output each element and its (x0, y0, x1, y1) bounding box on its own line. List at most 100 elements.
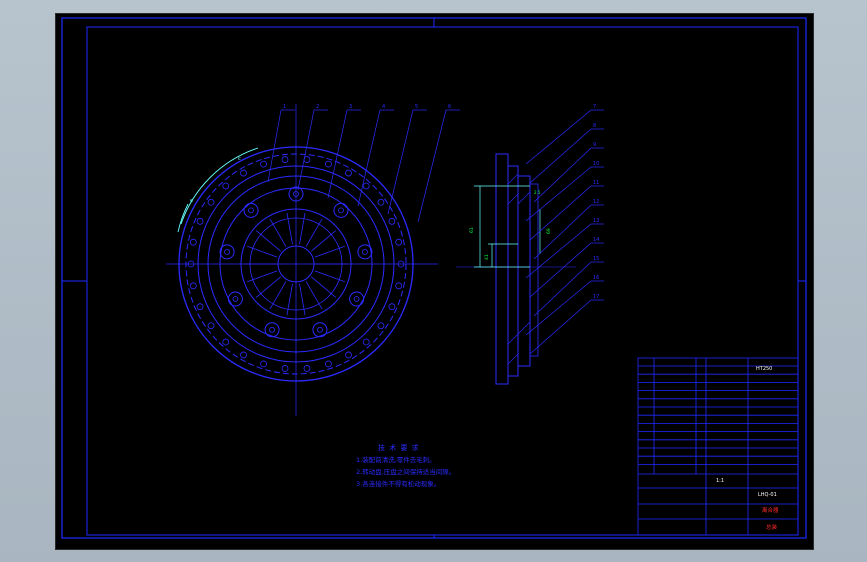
side-view: 61 41 69 2.5 (456, 153, 576, 385)
requirement-item-1: 1.装配前清洗,零件去毛刺。 (356, 456, 436, 464)
diaphragm-finger (305, 218, 323, 247)
flange-hole (345, 169, 352, 177)
side-leader (525, 223, 592, 279)
title-block-drawing-number: LHQ-01 (758, 492, 777, 498)
lug-hole (338, 207, 344, 214)
side-balloon-label-15: 15 (593, 256, 599, 262)
flange-hole (395, 282, 403, 290)
flange-hole (388, 303, 396, 311)
lug-hole (353, 296, 360, 302)
front-view-balloons: 1 2 3 4 5 6 (267, 104, 460, 223)
diaphragm-finger (269, 218, 287, 247)
arc-dimension-label-2: e (190, 198, 193, 204)
balloon-leader (327, 109, 348, 199)
side-balloon-label-17: 17 (593, 294, 599, 300)
flange-hole (303, 365, 311, 372)
flange-hole (395, 238, 403, 246)
dim-69: 69 (546, 228, 552, 234)
balloon-label-4: 4 (382, 104, 385, 110)
lug (264, 322, 280, 338)
flange-hole (362, 182, 370, 190)
lug-hole (248, 207, 254, 214)
flange-hole (281, 365, 289, 372)
flange-hole (207, 322, 215, 330)
title-block-drawing-name: 离合器 (762, 508, 779, 514)
lug (312, 322, 328, 338)
balloon-leader (417, 109, 447, 223)
flange-hole (325, 360, 332, 368)
flange-hole (240, 169, 247, 177)
flange-hole (377, 198, 385, 206)
balloon-label-3: 3 (349, 104, 352, 110)
diaphragm-finger (286, 283, 293, 316)
side-balloon-label-12: 12 (593, 199, 599, 205)
dim-gap: 2.5 (534, 190, 541, 195)
diaphragm-finger (286, 212, 293, 245)
balloon-label-5: 5 (415, 104, 418, 110)
title-block-material: HT250 (756, 366, 773, 372)
diaphragm-finger (305, 281, 323, 310)
flange-hole (260, 160, 267, 168)
diaphragm-finger (269, 281, 287, 310)
flange-hole (196, 217, 204, 225)
flange-hole (362, 338, 370, 346)
arc-dimension-label: c (238, 156, 241, 162)
side-balloon-label-10: 10 (593, 161, 599, 167)
flange-hole (207, 198, 215, 206)
side-hatching (507, 173, 531, 365)
dim-41: 41 (484, 254, 490, 260)
diaphragm-finger (311, 276, 337, 298)
lug (219, 244, 235, 260)
lug-hole (317, 326, 323, 333)
side-balloon-label-11: 11 (593, 180, 599, 186)
technical-requirements: 技 术 要 求 1.装配前清洗,零件去毛刺。 2.转动盘,压盘之间保持适当间隙。… (356, 442, 455, 490)
side-balloon-label-7: 7 (593, 104, 596, 110)
title-block-stamp: 总装 (766, 525, 778, 531)
lug-hole (224, 248, 230, 255)
lug (333, 202, 349, 218)
flange-hole (189, 238, 197, 246)
side-leader (525, 109, 592, 165)
diaphragm-finger (311, 230, 337, 252)
flange-hole (240, 351, 247, 359)
side-balloon-label-9: 9 (593, 142, 596, 148)
balloon-label-6: 6 (448, 104, 451, 110)
lug-hole (232, 296, 239, 302)
front-view: c e (166, 104, 438, 416)
flange-hole (325, 160, 332, 168)
flange-hole (303, 156, 311, 163)
side-cover (507, 165, 519, 377)
diaphragm-finger (255, 276, 281, 298)
title-block-scale: 1:1 (716, 478, 725, 484)
diaphragm-finger (255, 230, 281, 252)
balloon-leader (297, 109, 315, 191)
dim-61: 61 (469, 227, 475, 233)
lug (357, 244, 373, 260)
diaphragm-finger (299, 212, 306, 245)
flange-hole (388, 217, 396, 225)
requirement-item-2: 2.转动盘,压盘之间保持适当间隙。 (356, 468, 456, 476)
lug-hole (362, 248, 368, 255)
lug (349, 291, 365, 307)
technical-requirements-title: 技 术 要 求 (378, 444, 420, 452)
flange-hole (260, 360, 267, 368)
flange-hole (222, 182, 230, 190)
side-leader (525, 280, 592, 336)
lug (243, 202, 259, 218)
flange-hole (189, 282, 197, 290)
side-balloon-label-13: 13 (593, 218, 599, 224)
side-diaphragm (529, 183, 539, 357)
flange-hole (345, 351, 352, 359)
side-pressure-plate (517, 175, 531, 367)
side-hub (495, 153, 509, 385)
balloon-leader (357, 109, 381, 207)
balloon-leader (387, 109, 414, 215)
side-leader (529, 299, 592, 355)
requirement-item-3: 3.各连接件不得有松动现象。 (356, 480, 441, 488)
balloon-label-2: 2 (316, 104, 319, 110)
cad-viewport[interactable]: c e 123456 61 41 69 2.5 7 8 9 10 11 12 1… (55, 13, 814, 550)
balloon-label-1: 1 (283, 104, 286, 110)
lug (227, 291, 243, 307)
arc-dimension (180, 147, 259, 225)
flange-hole (222, 338, 230, 346)
